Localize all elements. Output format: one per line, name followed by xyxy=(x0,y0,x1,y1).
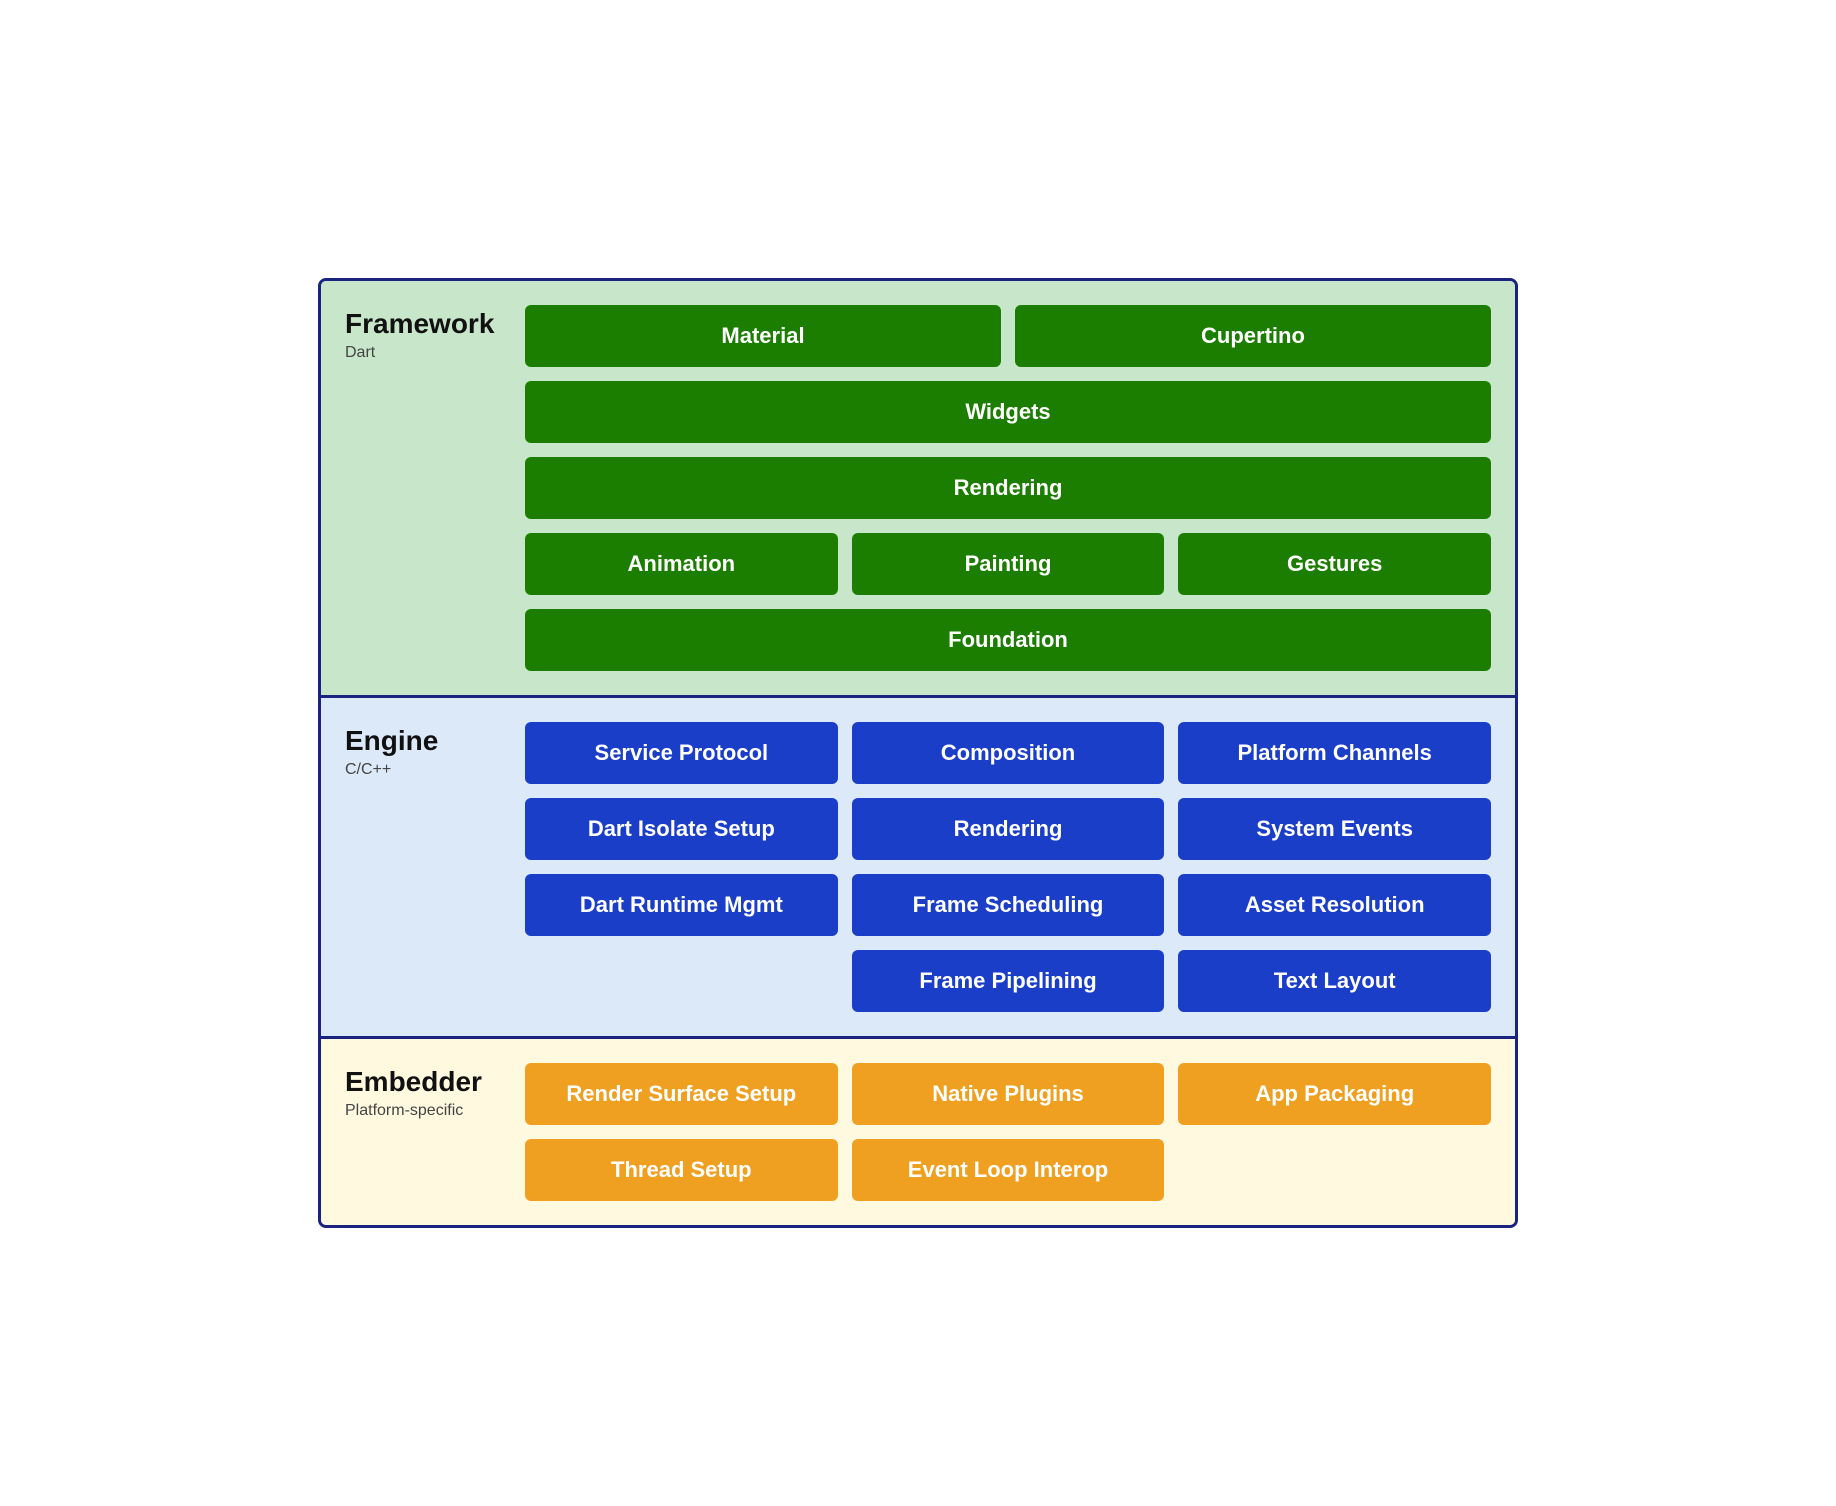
chip-asset-resolution: Asset Resolution xyxy=(1178,874,1491,936)
embedder-title: Embedder xyxy=(345,1067,505,1098)
chip-material: Material xyxy=(525,305,1001,367)
chip-thread-setup: Thread Setup xyxy=(525,1139,838,1201)
chip-frame-scheduling: Frame Scheduling xyxy=(852,874,1165,936)
chip-rendering-fw: Rendering xyxy=(525,457,1491,519)
embedder-label: Embedder Platform-specific xyxy=(345,1063,505,1201)
engine-subtitle: C/C++ xyxy=(345,761,505,779)
framework-subtitle: Dart xyxy=(345,344,505,362)
framework-row-4: Animation Painting Gestures xyxy=(525,533,1491,595)
chip-app-packaging: App Packaging xyxy=(1178,1063,1491,1125)
chip-text-layout: Text Layout xyxy=(1178,950,1491,1012)
framework-title: Framework xyxy=(345,309,505,340)
engine-label: Engine C/C++ xyxy=(345,722,505,1012)
chip-system-events: System Events xyxy=(1178,798,1491,860)
chip-event-loop: Event Loop Interop xyxy=(852,1139,1165,1201)
embedder-row-2: Thread Setup Event Loop Interop xyxy=(525,1139,1491,1201)
embedder-subtitle: Platform-specific xyxy=(345,1102,505,1120)
embedder-content: Render Surface Setup Native Plugins App … xyxy=(525,1063,1491,1201)
chip-frame-pipelining: Frame Pipelining xyxy=(852,950,1165,1012)
chip-rendering-eng: Rendering xyxy=(852,798,1165,860)
embedder-row-1: Render Surface Setup Native Plugins App … xyxy=(525,1063,1491,1125)
framework-row-3: Rendering xyxy=(525,457,1491,519)
flutter-architecture-diagram: Framework Dart Material Cupertino Widget… xyxy=(318,278,1518,1228)
engine-content: Service Protocol Composition Platform Ch… xyxy=(525,722,1491,1012)
chip-native-plugins: Native Plugins xyxy=(852,1063,1165,1125)
chip-cupertino: Cupertino xyxy=(1015,305,1491,367)
chip-gestures: Gestures xyxy=(1178,533,1491,595)
engine-layer: Engine C/C++ Service Protocol Compositio… xyxy=(321,698,1515,1039)
chip-composition: Composition xyxy=(852,722,1165,784)
engine-row-3: Dart Runtime Mgmt Frame Scheduling Asset… xyxy=(525,874,1491,936)
framework-layer: Framework Dart Material Cupertino Widget… xyxy=(321,281,1515,698)
engine-row-4: Frame Pipelining Text Layout xyxy=(525,950,1491,1012)
chip-dart-runtime: Dart Runtime Mgmt xyxy=(525,874,838,936)
framework-label: Framework Dart xyxy=(345,305,505,671)
engine-row-1: Service Protocol Composition Platform Ch… xyxy=(525,722,1491,784)
framework-row-1: Material Cupertino xyxy=(525,305,1491,367)
chip-animation: Animation xyxy=(525,533,838,595)
chip-foundation: Foundation xyxy=(525,609,1491,671)
framework-row-2: Widgets xyxy=(525,381,1491,443)
engine-row-2: Dart Isolate Setup Rendering System Even… xyxy=(525,798,1491,860)
framework-row-5: Foundation xyxy=(525,609,1491,671)
engine-title: Engine xyxy=(345,726,505,757)
chip-painting: Painting xyxy=(852,533,1165,595)
chip-dart-isolate: Dart Isolate Setup xyxy=(525,798,838,860)
chip-empty-2 xyxy=(1178,1139,1491,1201)
chip-render-surface: Render Surface Setup xyxy=(525,1063,838,1125)
framework-content: Material Cupertino Widgets Rendering Ani… xyxy=(525,305,1491,671)
chip-empty xyxy=(525,950,838,1012)
chip-widgets: Widgets xyxy=(525,381,1491,443)
chip-service-protocol: Service Protocol xyxy=(525,722,838,784)
embedder-layer: Embedder Platform-specific Render Surfac… xyxy=(321,1039,1515,1225)
chip-platform-channels: Platform Channels xyxy=(1178,722,1491,784)
